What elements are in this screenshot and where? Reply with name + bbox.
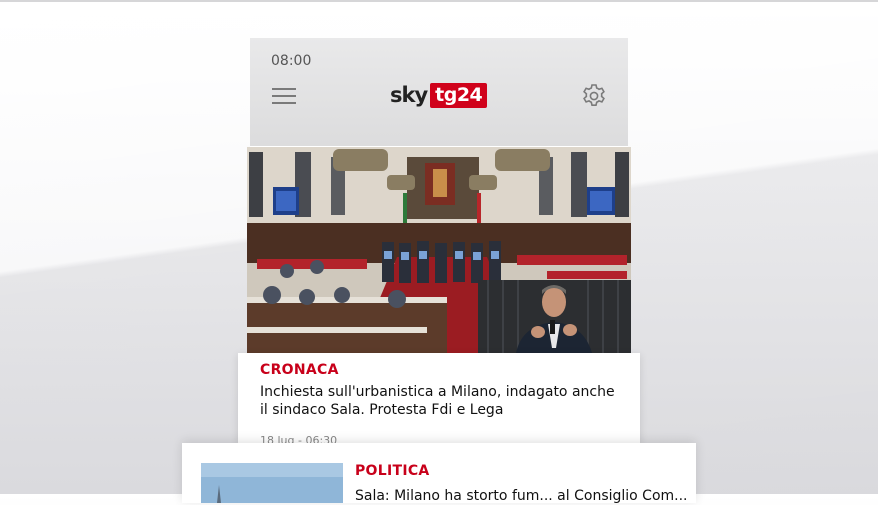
top-divider bbox=[0, 0, 878, 2]
article-category[interactable]: POLITICA bbox=[355, 463, 430, 479]
gear-icon[interactable] bbox=[581, 83, 607, 109]
article-category[interactable]: CRONACA bbox=[260, 362, 339, 378]
app-header: 08:00 sky tg24 bbox=[250, 38, 628, 146]
article-headline[interactable]: Sala: Milano ha storto fum... al Consigl… bbox=[355, 487, 688, 505]
article-card[interactable]: CRONACA Inchiesta sull'urbanistica a Mil… bbox=[238, 353, 640, 447]
article-headline[interactable]: Inchiesta sull'urbanistica a Milano, ind… bbox=[260, 383, 620, 419]
logo-tg24-text: tg24 bbox=[430, 82, 488, 108]
logo-sky-text: sky bbox=[390, 83, 428, 107]
article-thumbnail[interactable] bbox=[201, 463, 343, 503]
hamburger-icon[interactable] bbox=[272, 87, 296, 105]
article-card[interactable]: POLITICA Sala: Milano ha storto fum... a… bbox=[182, 443, 696, 505]
sky-tg24-logo[interactable]: sky tg24 bbox=[390, 82, 488, 108]
status-time: 08:00 bbox=[271, 53, 312, 69]
video-inset[interactable] bbox=[478, 280, 631, 353]
